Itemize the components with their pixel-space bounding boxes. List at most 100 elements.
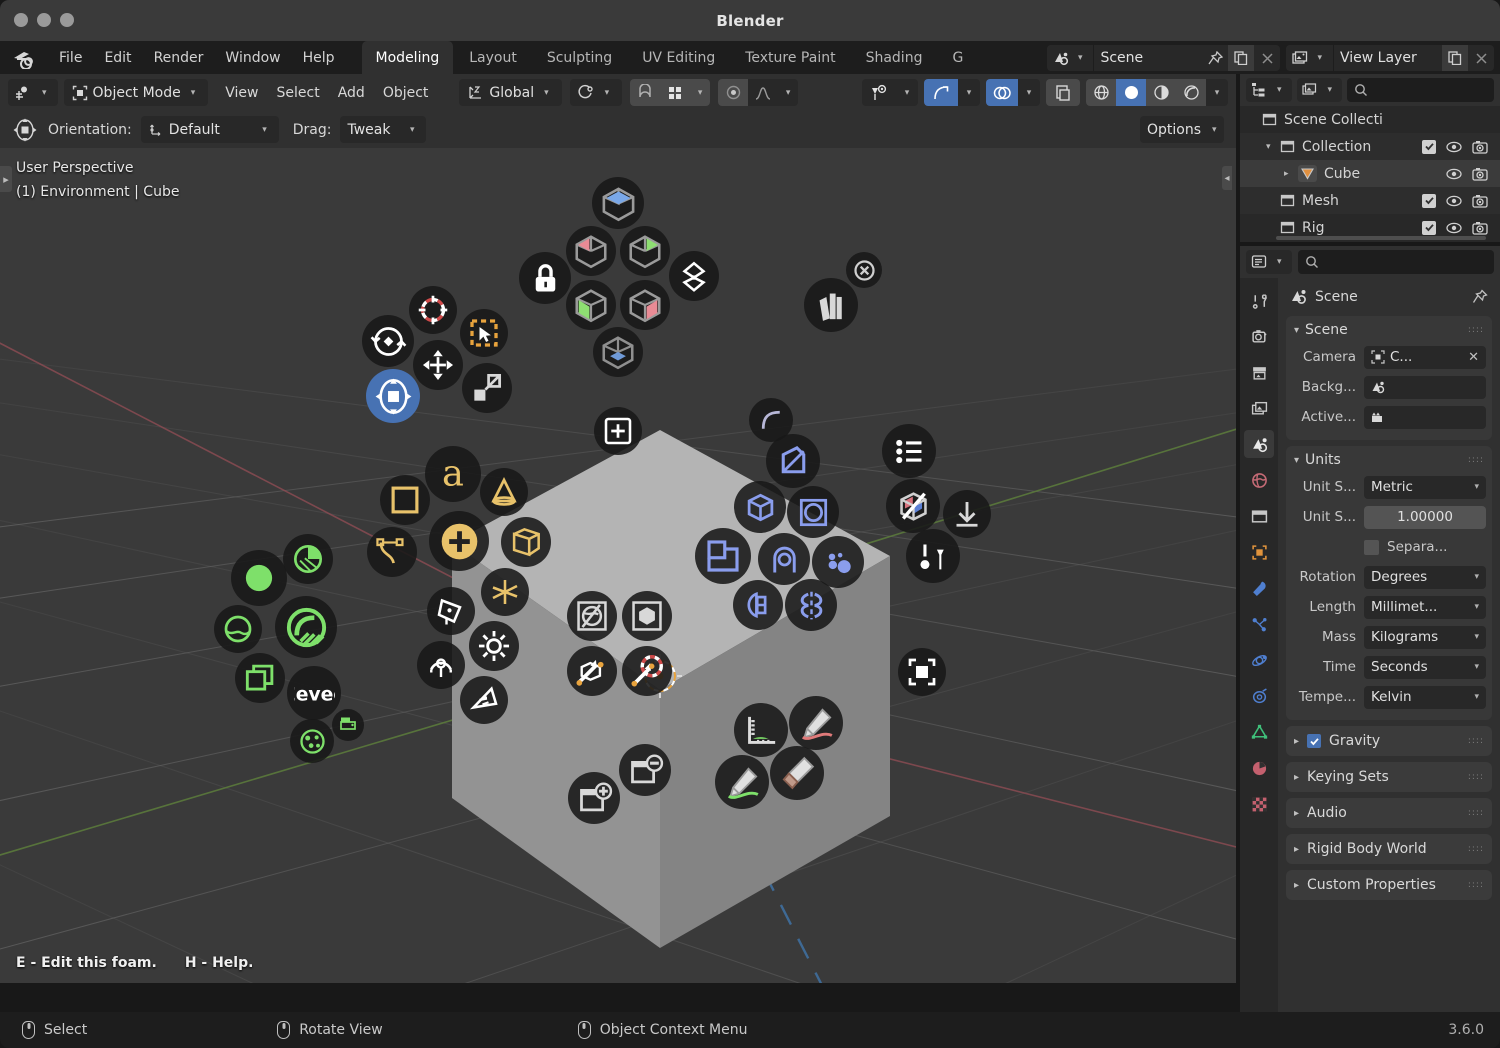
snap-options-dropdown[interactable]: ▾ (690, 79, 711, 106)
scene-id-block[interactable]: ▾ Scene (1046, 45, 1281, 71)
copy-render-icon[interactable] (235, 653, 285, 703)
download-icon[interactable] (943, 490, 991, 538)
scale-icon[interactable] (462, 363, 512, 413)
move-icon[interactable] (413, 340, 463, 390)
cone-icon[interactable] (480, 468, 528, 516)
viewport-menu-object[interactable]: Object (374, 81, 438, 105)
square-icon[interactable] (380, 475, 430, 525)
shading-chevron[interactable]: ▾ (1206, 79, 1228, 106)
properties-tab-texture[interactable] (1244, 790, 1274, 818)
outliner-editor[interactable]: ▾ ▾ Scene Collecti ▾ Collection ▸ Cube Mesh Ri… (1240, 74, 1500, 242)
menu-render[interactable]: Render (143, 46, 215, 70)
properties-tab-view-layer[interactable] (1244, 394, 1274, 422)
panel-rigid-body-world[interactable]: ▸ Rigid Body World:::: (1286, 834, 1492, 864)
cursor-3d-icon[interactable] (409, 286, 457, 334)
panel-custom-properties[interactable]: ▸ Custom Properties:::: (1286, 870, 1492, 900)
properties-tab-constraints[interactable] (1244, 682, 1274, 710)
cube-green-bottom-icon[interactable] (566, 280, 616, 330)
properties-pin-button[interactable] (1472, 289, 1488, 305)
empty-axes-icon[interactable] (481, 568, 529, 616)
viewport-sidebar-toggle[interactable]: ▸ (0, 166, 12, 192)
cube-blue-top-icon[interactable] (592, 177, 644, 229)
snap-target-button[interactable] (660, 79, 691, 106)
shape-icon[interactable] (622, 591, 672, 641)
falloff-dropdown-button[interactable] (748, 79, 778, 106)
tab-geometry-nodes[interactable]: G (938, 41, 977, 74)
rotate-icon[interactable] (362, 315, 414, 367)
viewport-menu-select[interactable]: Select (268, 81, 329, 105)
add-object-icon[interactable] (594, 407, 642, 455)
scene-browse-button[interactable]: ▾ (1046, 45, 1095, 71)
tab-modeling[interactable]: Modeling (361, 41, 454, 74)
properties-tab-data[interactable] (1244, 718, 1274, 746)
disable-in-renders-icon[interactable] (1472, 194, 1488, 208)
text-a-icon[interactable]: a (425, 446, 481, 502)
light-icon[interactable] (469, 621, 519, 671)
tab-uv-editing[interactable]: UV Editing (628, 41, 729, 74)
properties-tab-render[interactable] (1244, 322, 1274, 350)
symmetry-icon[interactable] (785, 579, 837, 631)
render-preview-icon[interactable] (275, 596, 337, 658)
visibility-chevron[interactable]: ▾ (896, 79, 918, 106)
mass-dropdown[interactable]: Kilograms ▾ (1364, 625, 1486, 649)
panel-grip[interactable]: :::: (1468, 844, 1484, 853)
tab-texture-paint[interactable]: Texture Paint (731, 41, 849, 74)
blender-logo-icon[interactable] (12, 47, 40, 69)
shading-solid-button[interactable] (1116, 79, 1146, 106)
mirror-icon[interactable] (733, 580, 783, 630)
properties-editor[interactable]: ▾ Scene ▾ Scene:::: Camera C... ✕ Backg… (1240, 246, 1500, 1012)
material-cube-icon[interactable] (886, 479, 940, 533)
scene-new-button[interactable] (1228, 45, 1255, 71)
material-sphere-icon[interactable] (231, 550, 287, 606)
properties-tab-output[interactable] (1244, 358, 1274, 386)
snap-toggle-button[interactable] (630, 79, 661, 106)
view-layer-browse-button[interactable]: ▾ (1286, 45, 1334, 71)
proportional-edit-button[interactable] (718, 79, 749, 106)
enable-checkbox[interactable] (1422, 220, 1436, 235)
panel-keying-sets[interactable]: ▸ Keying Sets:::: (1286, 762, 1492, 792)
tab-sculpting[interactable]: Sculpting (533, 41, 626, 74)
rotation-dropdown[interactable]: Degrees ▾ (1364, 565, 1486, 589)
object-visibility-button[interactable] (862, 79, 896, 106)
add-plus-icon[interactable] (429, 511, 489, 571)
scene-pin-button[interactable] (1202, 45, 1228, 71)
cube-red-left-icon[interactable] (566, 226, 616, 276)
outliner-row-scene-collecti[interactable]: Scene Collecti (1240, 106, 1500, 133)
shading-ball-icon[interactable] (283, 534, 333, 584)
snap-cursor-icon[interactable] (567, 646, 617, 696)
cube-green-right-icon[interactable] (620, 226, 670, 276)
viewport-n-panel-toggle[interactable]: ◂ (1222, 166, 1232, 190)
panel-grip[interactable]: :::: (1468, 736, 1484, 745)
length-dropdown[interactable]: Millimet... ▾ (1364, 595, 1486, 619)
orientation-select[interactable]: Default ▾ (140, 116, 279, 143)
scene-unlink-button[interactable] (1254, 45, 1280, 71)
properties-tab-scene[interactable] (1244, 430, 1274, 458)
hide-in-viewport-icon[interactable] (1446, 195, 1462, 207)
pivot-point-dropdown[interactable]: ▾ (569, 79, 623, 106)
shading-wireframe-button[interactable] (1086, 79, 1116, 106)
separate-units-checkbox[interactable] (1364, 539, 1379, 555)
expander-icon[interactable]: ▸ (1284, 169, 1298, 179)
gizmo-toggle-button[interactable] (924, 79, 958, 106)
annotate-green-icon[interactable] (715, 755, 769, 809)
list-icon[interactable] (882, 424, 936, 478)
tab-shading[interactable]: Shading (852, 41, 937, 74)
screw-icon[interactable] (758, 533, 810, 585)
outliner-hscrollbar[interactable] (1276, 236, 1486, 240)
eevee-label-icon[interactable]: Eevee (287, 666, 341, 720)
outliner-filter-button[interactable]: ▾ (1296, 78, 1343, 102)
overlays-toggle-button[interactable] (986, 79, 1018, 106)
unit-scale-input[interactable]: 1.00000 (1364, 505, 1486, 529)
overlays-chevron[interactable]: ▾ (1018, 79, 1040, 106)
disable-in-renders-icon[interactable] (1472, 167, 1488, 181)
viewport-menu-view[interactable]: View (216, 81, 267, 105)
camera-field[interactable]: C... ✕ (1364, 345, 1486, 369)
disable-in-renders-icon[interactable] (1472, 140, 1488, 154)
annotate-red-icon[interactable] (789, 696, 843, 750)
properties-tab-tool[interactable] (1244, 286, 1274, 314)
outliner-display-mode-button[interactable]: ▾ (1246, 78, 1292, 102)
gizmo-chevron[interactable]: ▾ (958, 79, 980, 106)
panel-gravity[interactable]: ▸ Gravity:::: (1286, 726, 1492, 756)
menu-window[interactable]: Window (214, 46, 291, 70)
drag-select[interactable]: Tweak ▾ (340, 116, 427, 143)
